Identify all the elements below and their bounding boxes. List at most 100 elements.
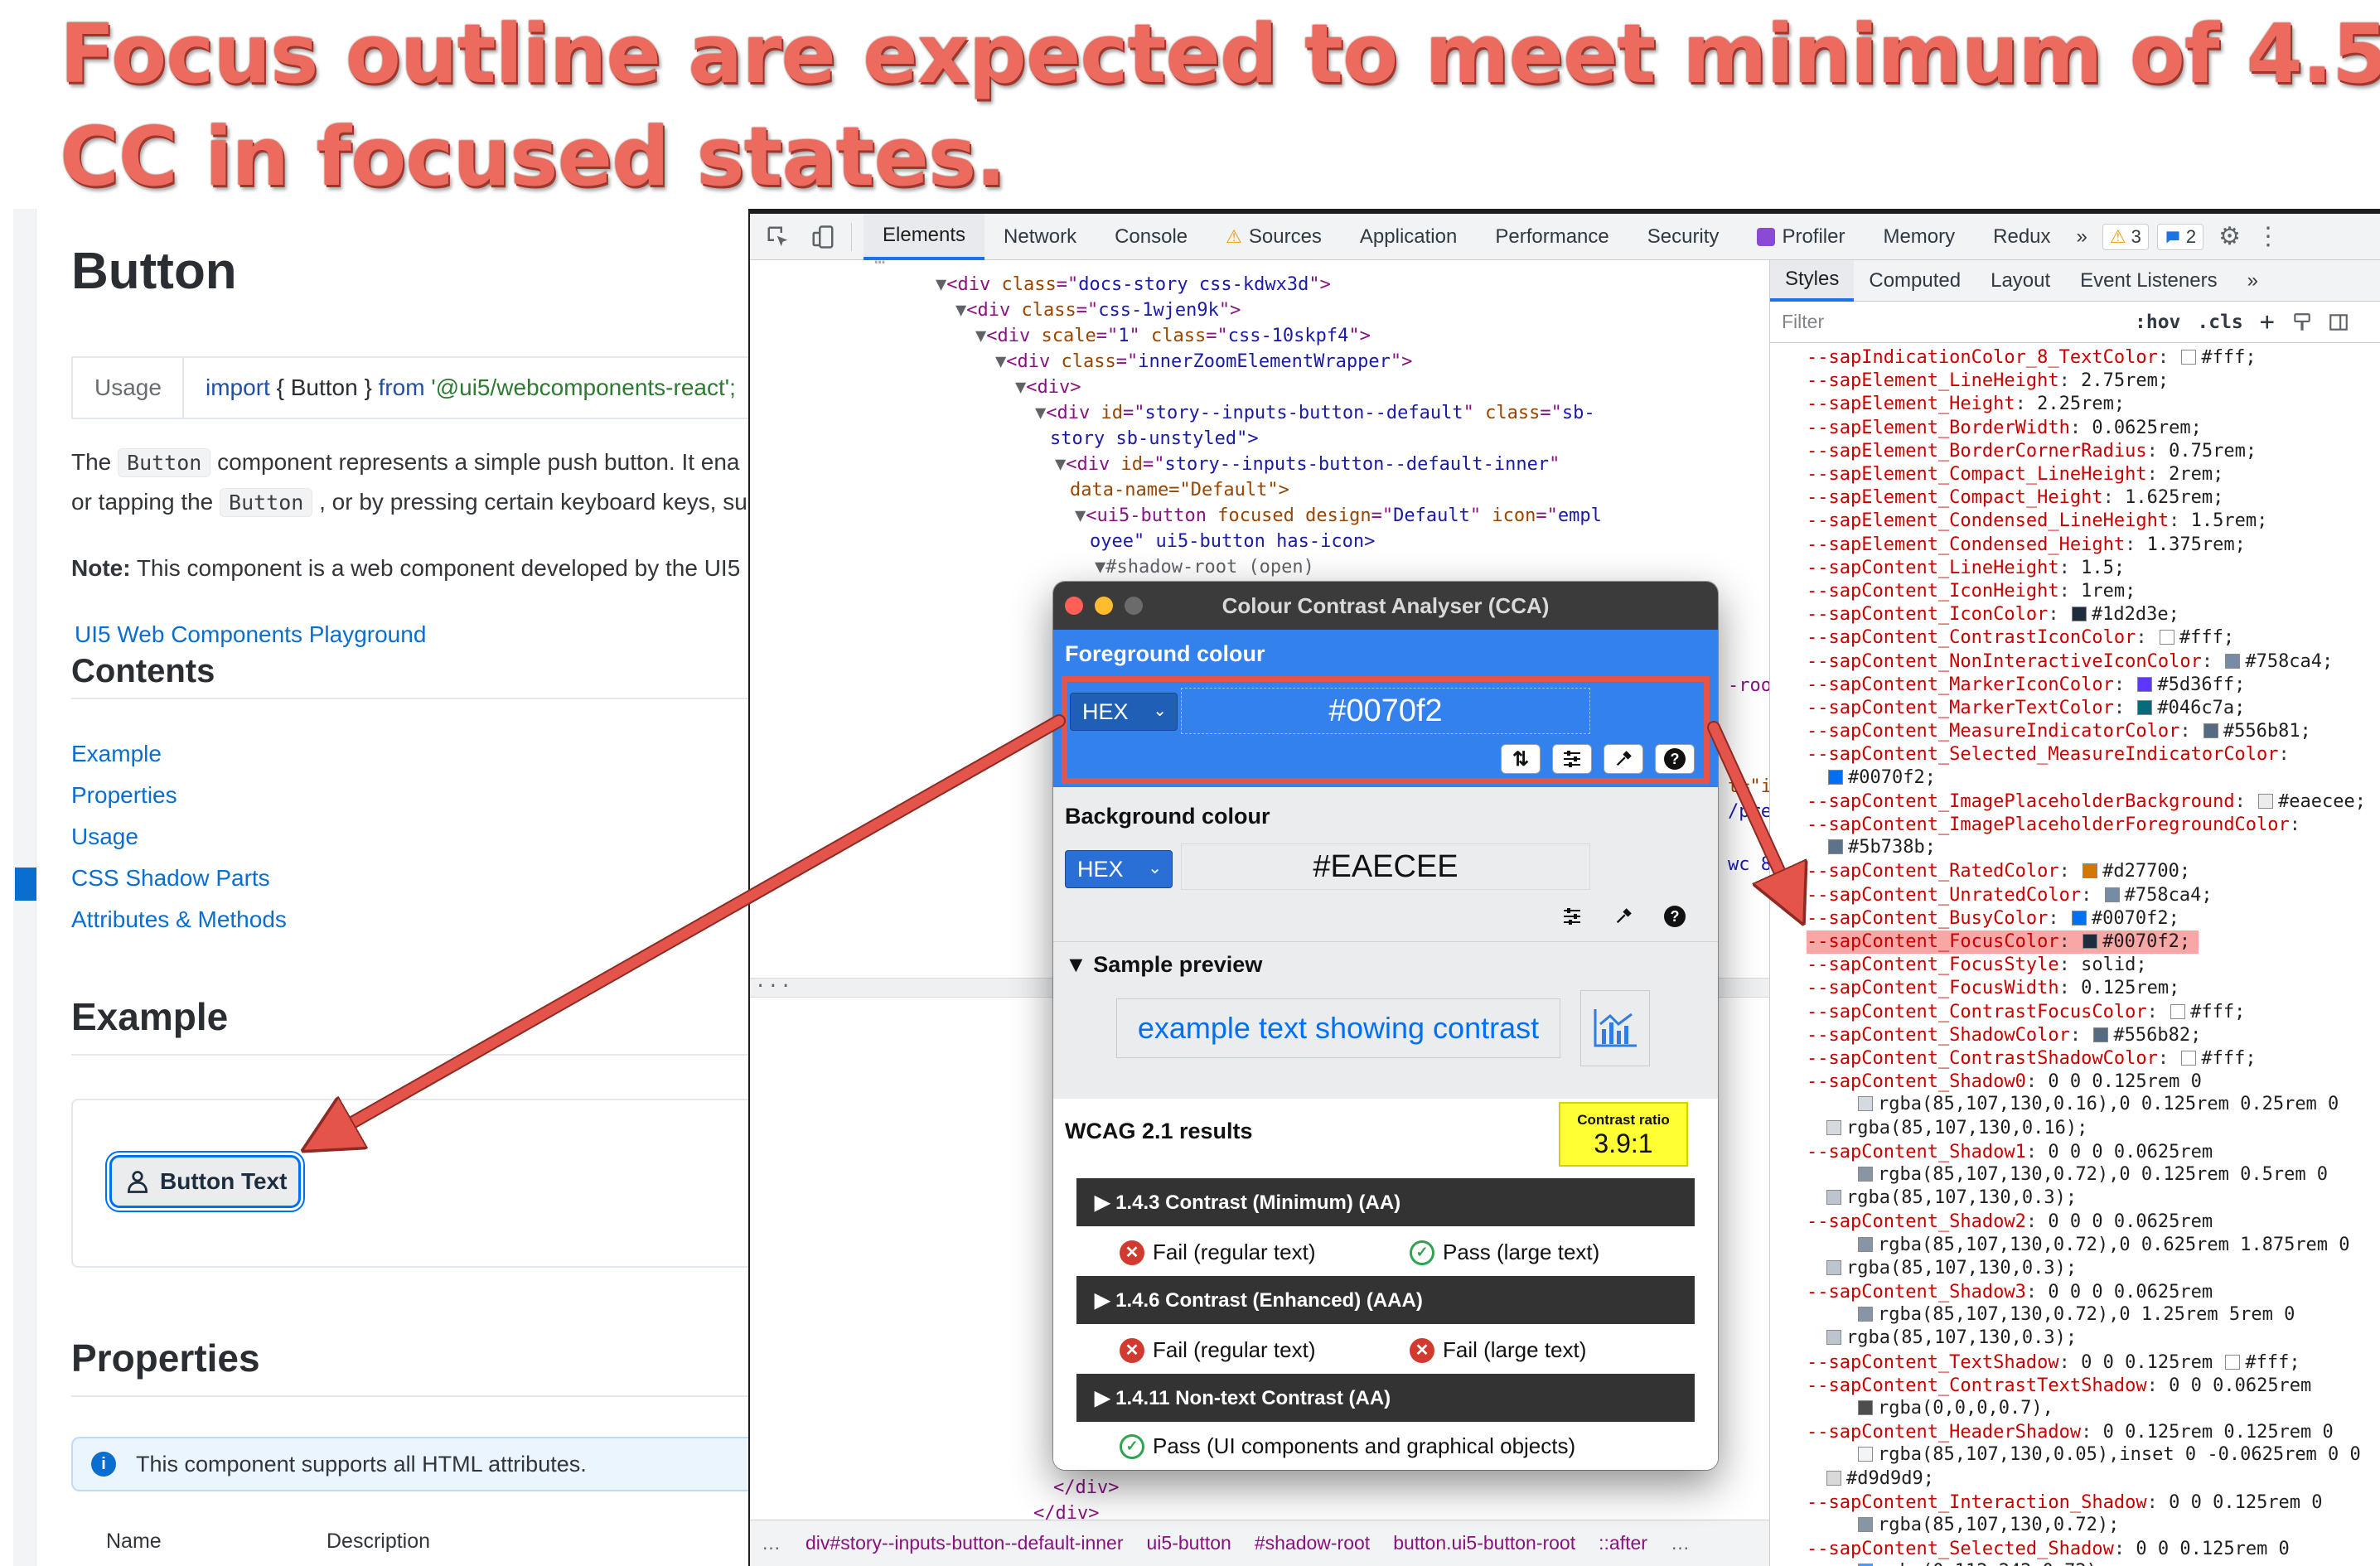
colour-swatch[interactable]	[1828, 839, 1843, 854]
warnings-badge[interactable]: ⚠ 3	[2102, 223, 2149, 250]
colour-swatch[interactable]	[2181, 1051, 2197, 1066]
tab-memory[interactable]: Memory	[1864, 214, 1974, 260]
colour-swatch[interactable]	[2159, 630, 2174, 645]
dom-node[interactable]: ▼<div class="css-1wjen9k">	[955, 297, 1241, 323]
contents-link-properties[interactable]: Properties	[71, 782, 177, 809]
css-variable[interactable]: --sapContent_Shadow0: 0 0 0.125rem 0	[1807, 1071, 2202, 1094]
tab-network[interactable]: Network	[984, 214, 1096, 260]
tab-elements[interactable]: Elements	[863, 213, 985, 260]
css-variable[interactable]: --sapContent_UnratedColor: #758ca4;	[1807, 884, 2213, 907]
colour-swatch[interactable]	[2071, 911, 2087, 926]
colour-swatch[interactable]	[2093, 1027, 2109, 1042]
css-variable[interactable]: --sapContent_FocusStyle: solid;	[1807, 954, 2147, 977]
breadcrumb-item[interactable]: ui5-button	[1135, 1532, 1243, 1554]
colour-swatch[interactable]	[1826, 1190, 1841, 1205]
paint-brush-icon[interactable]	[2291, 312, 2313, 333]
css-variable[interactable]: --sapContent_HeaderShadow: 0 0.125rem 0.…	[1807, 1421, 2334, 1444]
tab-profiler[interactable]: Profiler	[1738, 214, 1864, 260]
swap-colours-icon[interactable]: ⇅	[1501, 744, 1541, 774]
css-variable[interactable]: --sapContent_Selected_Shadow: 0 0 0.125r…	[1807, 1538, 2290, 1561]
toggle-sidebar-icon[interactable]	[2328, 312, 2349, 333]
messages-badge[interactable]: 2	[2156, 223, 2204, 250]
css-variable[interactable]: --sapElement_Compact_LineHeight: 2rem;	[1807, 463, 2223, 486]
css-variable[interactable]: --sapContent_MarkerIconColor: #5d36ff;	[1807, 674, 2245, 697]
css-variable[interactable]: --sapIndicationColor_8_TextColor: #fff;	[1807, 346, 2257, 370]
colour-swatch[interactable]	[1858, 1096, 1873, 1111]
tab-styles[interactable]: Styles	[1770, 260, 1855, 302]
colour-swatch[interactable]	[2258, 794, 2274, 809]
css-variable[interactable]: --sapContent_Interaction_Shadow: 0 0 0.1…	[1807, 1491, 2323, 1515]
eyedropper-icon[interactable]	[1604, 901, 1643, 931]
colour-chart-icon[interactable]	[1580, 990, 1650, 1066]
tab-redux[interactable]: Redux	[1974, 214, 2069, 260]
colour-swatch[interactable]	[2225, 1355, 2241, 1370]
css-variable[interactable]: --sapContent_MarkerTextColor: #046c7a;	[1807, 697, 2245, 720]
breadcrumb-item[interactable]: #shadow-root	[1243, 1532, 1381, 1554]
css-variable[interactable]: --sapContent_IconHeight: 1rem;	[1807, 580, 2136, 603]
tab-console[interactable]: Console	[1096, 214, 1207, 260]
playground-link[interactable]: UI5 Web Components Playground	[75, 621, 426, 648]
colour-swatch[interactable]	[1858, 1167, 1873, 1182]
colour-swatch[interactable]	[2082, 863, 2098, 878]
css-variable[interactable]: --sapElement_Condensed_LineHeight: 1.5re…	[1807, 510, 2267, 533]
css-variable[interactable]: --sapContent_ContrastIconColor: #fff;	[1807, 626, 2234, 650]
dom-node[interactable]: ▼<div scale="1" class="css-10skpf4">	[975, 323, 1371, 349]
tab-security[interactable]: Security	[1628, 214, 1739, 260]
css-variable[interactable]: --sapContent_ShadowColor: #556b82;	[1807, 1024, 2201, 1047]
css-variable[interactable]: --sapContent_TextShadow: 0 0 0.125rem #f…	[1807, 1351, 2300, 1375]
colour-swatch[interactable]	[1858, 1237, 1873, 1252]
css-variable[interactable]: --sapElement_Compact_Height: 1.625rem;	[1807, 486, 2223, 510]
css-variable[interactable]: --sapContent_BusyColor: #0070f2;	[1807, 907, 2179, 930]
css-variable[interactable]: --sapContent_IconColor: #1d2d3e;	[1807, 603, 2179, 626]
css-variable[interactable]: --sapContent_Selected_MeasureIndicatorCo…	[1807, 743, 2290, 766]
criterion-1-4-6[interactable]: ▶ 1.4.6 Contrast (Enhanced) (AAA)	[1076, 1276, 1695, 1324]
css-variable[interactable]: --sapElement_Condensed_Height: 1.375rem;	[1807, 534, 2246, 557]
colour-swatch[interactable]	[2082, 934, 2098, 949]
breadcrumb-item[interactable]: div#story--inputs-button--default-inner	[794, 1532, 1135, 1554]
colour-swatch[interactable]	[1826, 1260, 1841, 1275]
tab-event-listeners[interactable]: Event Listeners	[2065, 260, 2232, 302]
tab-computed[interactable]: Computed	[1854, 260, 1976, 302]
css-variable[interactable]: --sapElement_LineHeight: 2.75rem;	[1807, 370, 2169, 393]
colour-swatch[interactable]	[2181, 350, 2197, 365]
css-variable[interactable]: --sapContent_ContrastFocusColor: #fff;	[1807, 1001, 2245, 1024]
css-variable[interactable]: --sapContent_RatedColor: #d27700;	[1807, 860, 2190, 883]
colour-swatch[interactable]	[2203, 723, 2218, 738]
colour-swatch[interactable]	[1858, 1447, 1873, 1462]
more-options-icon[interactable]: ⋮	[2256, 222, 2281, 251]
contents-link-example[interactable]: Example	[71, 741, 162, 767]
colour-swatch[interactable]	[1826, 1120, 1841, 1135]
dom-node[interactable]: ▼<div class="innerZoomElementWrapper">	[995, 349, 1412, 375]
styles-more-tabs[interactable]: »	[2232, 260, 2273, 302]
new-rule-button[interactable]: +	[2252, 307, 2283, 336]
tab-sources[interactable]: ⚠ Sources	[1207, 214, 1341, 260]
breadcrumb-item[interactable]: ::after	[1587, 1532, 1659, 1554]
dom-shadow-root[interactable]: ▼#shadow-root (open)	[1095, 554, 1314, 580]
dom-node[interactable]: ▼<div class="docs-story css-kdwx3d">	[936, 272, 1331, 297]
colour-swatch[interactable]	[2137, 677, 2153, 692]
css-variable[interactable]: --sapElement_BorderWidth: 0.0625rem;	[1807, 417, 2202, 440]
colour-swatch[interactable]	[1858, 1400, 1873, 1415]
tab-performance[interactable]: Performance	[1476, 214, 1628, 260]
css-variable[interactable]: --sapContent_ContrastShadowColor: #fff;	[1807, 1047, 2257, 1071]
colour-swatch[interactable]	[1828, 770, 1843, 785]
colour-swatch[interactable]	[1858, 1307, 1873, 1322]
styles-filter-input[interactable]: Filter	[1770, 311, 2126, 333]
contents-link-css-shadow-parts[interactable]: CSS Shadow Parts	[71, 865, 270, 892]
css-var-focus-color[interactable]: --sapContent_FocusColor: #0070f2;	[1807, 930, 2199, 954]
criterion-1-4-11[interactable]: ▶ 1.4.11 Non-text Contrast (AA)	[1076, 1374, 1695, 1422]
breadcrumb-item[interactable]: button.ui5-button-root	[1381, 1532, 1587, 1554]
colour-swatch[interactable]	[2071, 607, 2087, 621]
criterion-1-4-3[interactable]: ▶ 1.4.3 Contrast (Minimum) (AA)	[1076, 1178, 1695, 1226]
sample-preview-toggle[interactable]: ▼ Sample preview	[1065, 952, 1262, 978]
more-tabs-button[interactable]: »	[2070, 214, 2094, 260]
breadcrumb-overflow[interactable]: …	[750, 1532, 794, 1554]
colour-swatch[interactable]	[1826, 1330, 1841, 1345]
colour-swatch[interactable]	[2225, 654, 2241, 669]
css-variable[interactable]: --sapContent_Shadow2: 0 0 0 0.0625rem	[1807, 1211, 2213, 1234]
settings-gear-icon[interactable]: ⚙	[2218, 222, 2241, 251]
colour-swatch[interactable]	[2137, 700, 2153, 715]
colour-swatch[interactable]	[2170, 1004, 2186, 1019]
colour-swatch[interactable]	[2104, 887, 2120, 902]
colour-swatch[interactable]	[1826, 1471, 1841, 1486]
